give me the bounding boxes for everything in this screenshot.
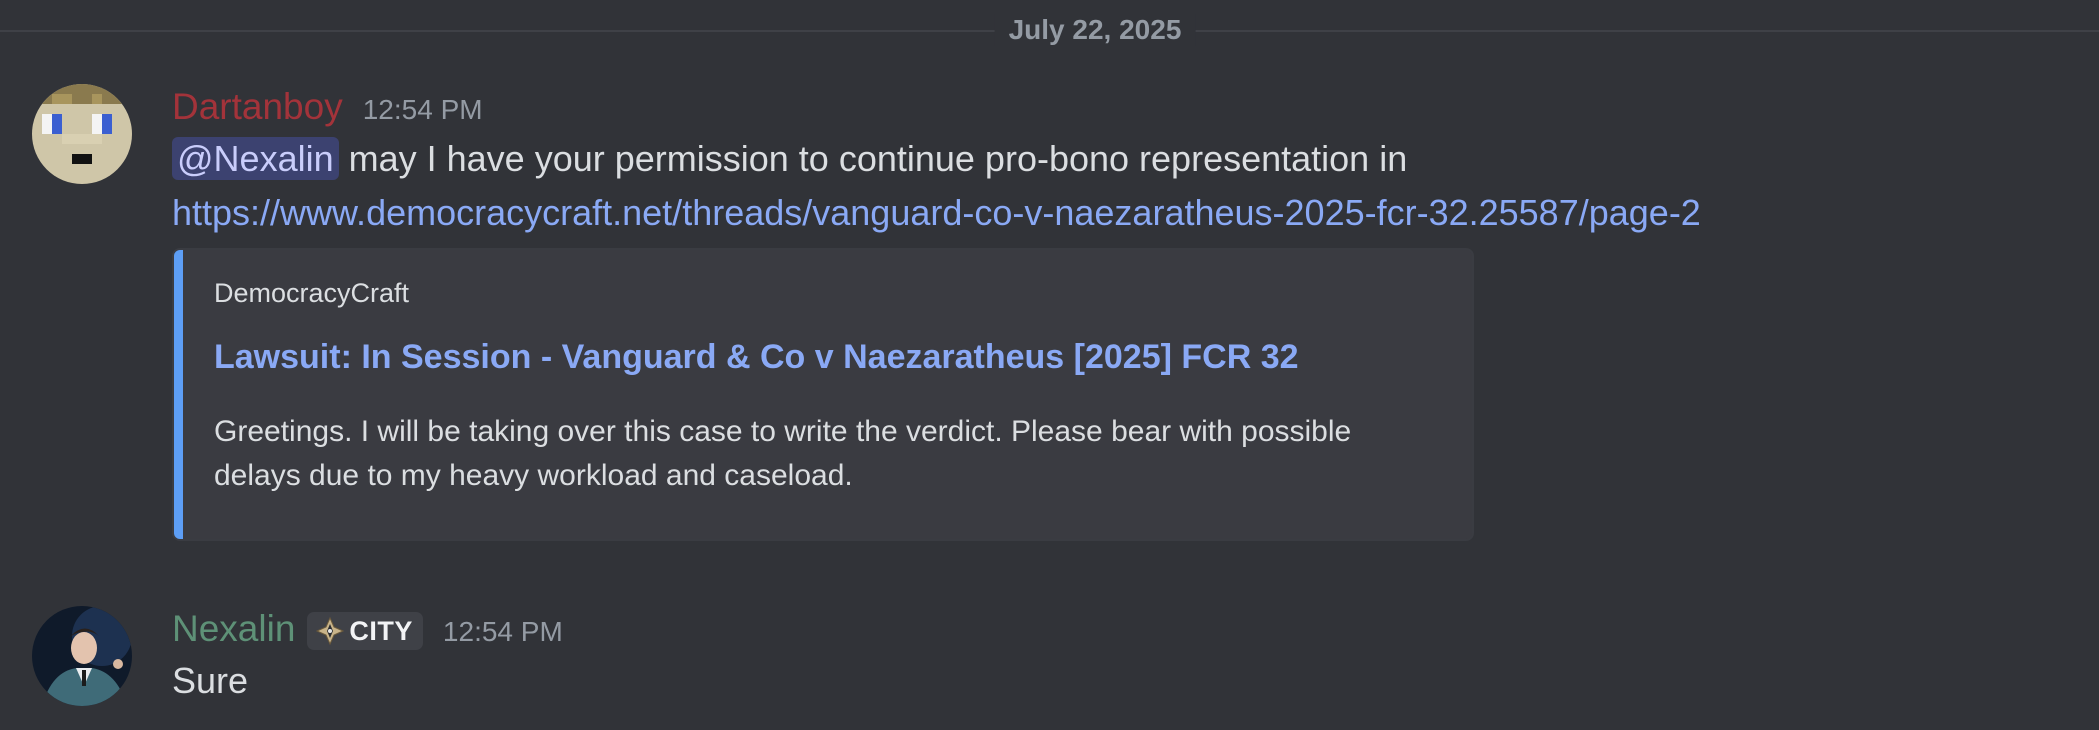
timestamp[interactable]: 12:54 PM [443, 607, 563, 657]
pixel-face-avatar-icon [32, 84, 132, 184]
embed-accent-bar [174, 250, 183, 539]
message-content: @Nexalin may I have your permission to c… [172, 132, 2072, 240]
timestamp[interactable]: 12:54 PM [363, 85, 483, 135]
avatar[interactable] [32, 606, 132, 706]
embed-provider[interactable]: DemocracyCraft [214, 278, 409, 309]
link-embed: DemocracyCraft Lawsuit: In Session - Van… [172, 248, 1474, 541]
avatar[interactable] [32, 84, 132, 184]
message-link[interactable]: https://www.democracycraft.net/threads/v… [172, 192, 1701, 233]
message-header: Nexalin CITY 12:54 PM [172, 604, 563, 654]
username[interactable]: Dartanboy [172, 82, 343, 132]
person-photo-avatar-icon [32, 606, 132, 706]
chat-view: July 22, 2025 Dartanboy 12:54 PM @Nexali… [0, 0, 2099, 730]
date-divider: July 22, 2025 [994, 14, 1196, 46]
message-content: Sure [172, 654, 2072, 708]
role-tag[interactable]: CITY [307, 612, 423, 650]
message-header: Dartanboy 12:54 PM [172, 82, 483, 132]
role-tag-label: CITY [349, 616, 413, 646]
message-text: Sure [172, 660, 249, 701]
compass-diamond-icon [316, 616, 345, 646]
username[interactable]: Nexalin [172, 604, 295, 654]
embed-description: Greetings. I will be taking over this ca… [214, 415, 1352, 492]
embed-title[interactable]: Lawsuit: In Session - Vanguard & Co v Na… [214, 338, 1299, 377]
message-text: may I have your permission to continue p… [348, 138, 1408, 179]
user-mention[interactable]: @Nexalin [172, 137, 339, 180]
